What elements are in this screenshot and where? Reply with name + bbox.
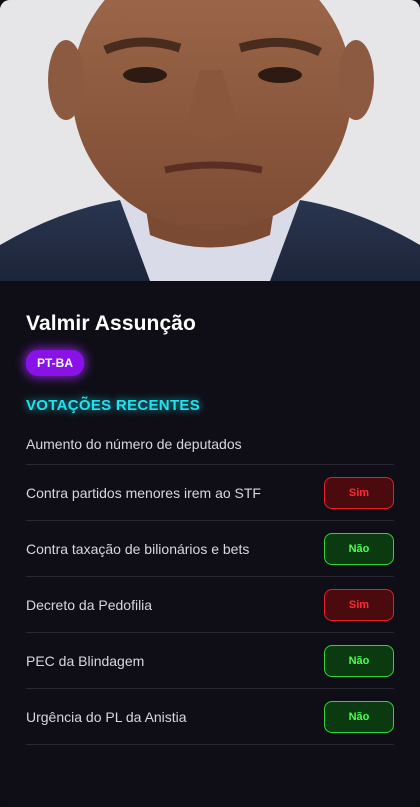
party-badge: PT-BA <box>26 350 84 376</box>
vote-no-button[interactable]: Não <box>324 700 394 733</box>
vote-label: PEC da Blindagem <box>26 652 145 669</box>
vote-label: Urgência do PL da Anistia <box>26 708 187 725</box>
vote-row: Urgência do PL da Anistia Não <box>26 689 394 745</box>
card-content: Valmir Assunção PT-BA VOTAÇÕES RECENTES … <box>0 312 420 745</box>
vote-label: Aumento do número de deputados <box>26 436 242 452</box>
vote-yes-button[interactable]: Sim <box>324 588 394 621</box>
vote-no-button[interactable]: Não <box>324 644 394 677</box>
section-title: VOTAÇÕES RECENTES <box>26 397 201 414</box>
vote-row: Aumento do número de deputados <box>26 424 394 465</box>
portrait-image <box>0 0 420 281</box>
vote-yes-button[interactable]: Sim <box>324 476 394 509</box>
vote-row: Contra taxação de bilionários e bets Não <box>26 521 394 577</box>
vote-label: Decreto da Pedofilia <box>26 596 153 613</box>
deputy-photo <box>0 0 420 281</box>
vote-no-button[interactable]: Não <box>324 532 394 565</box>
vote-label: Contra partidos menores irem ao STF <box>26 484 261 501</box>
vote-label: Contra taxação de bilionários e bets <box>26 540 250 557</box>
vote-row: Decreto da Pedofilia Sim <box>26 577 394 633</box>
deputy-name: Valmir Assunção <box>26 312 196 335</box>
vote-row: Contra partidos menores irem ao STF Sim <box>26 465 394 521</box>
vote-row: PEC da Blindagem Não <box>26 633 394 689</box>
deputy-card: Valmir Assunção PT-BA VOTAÇÕES RECENTES … <box>0 0 420 807</box>
votes-list: Aumento do número de deputados Contra pa… <box>26 424 394 745</box>
